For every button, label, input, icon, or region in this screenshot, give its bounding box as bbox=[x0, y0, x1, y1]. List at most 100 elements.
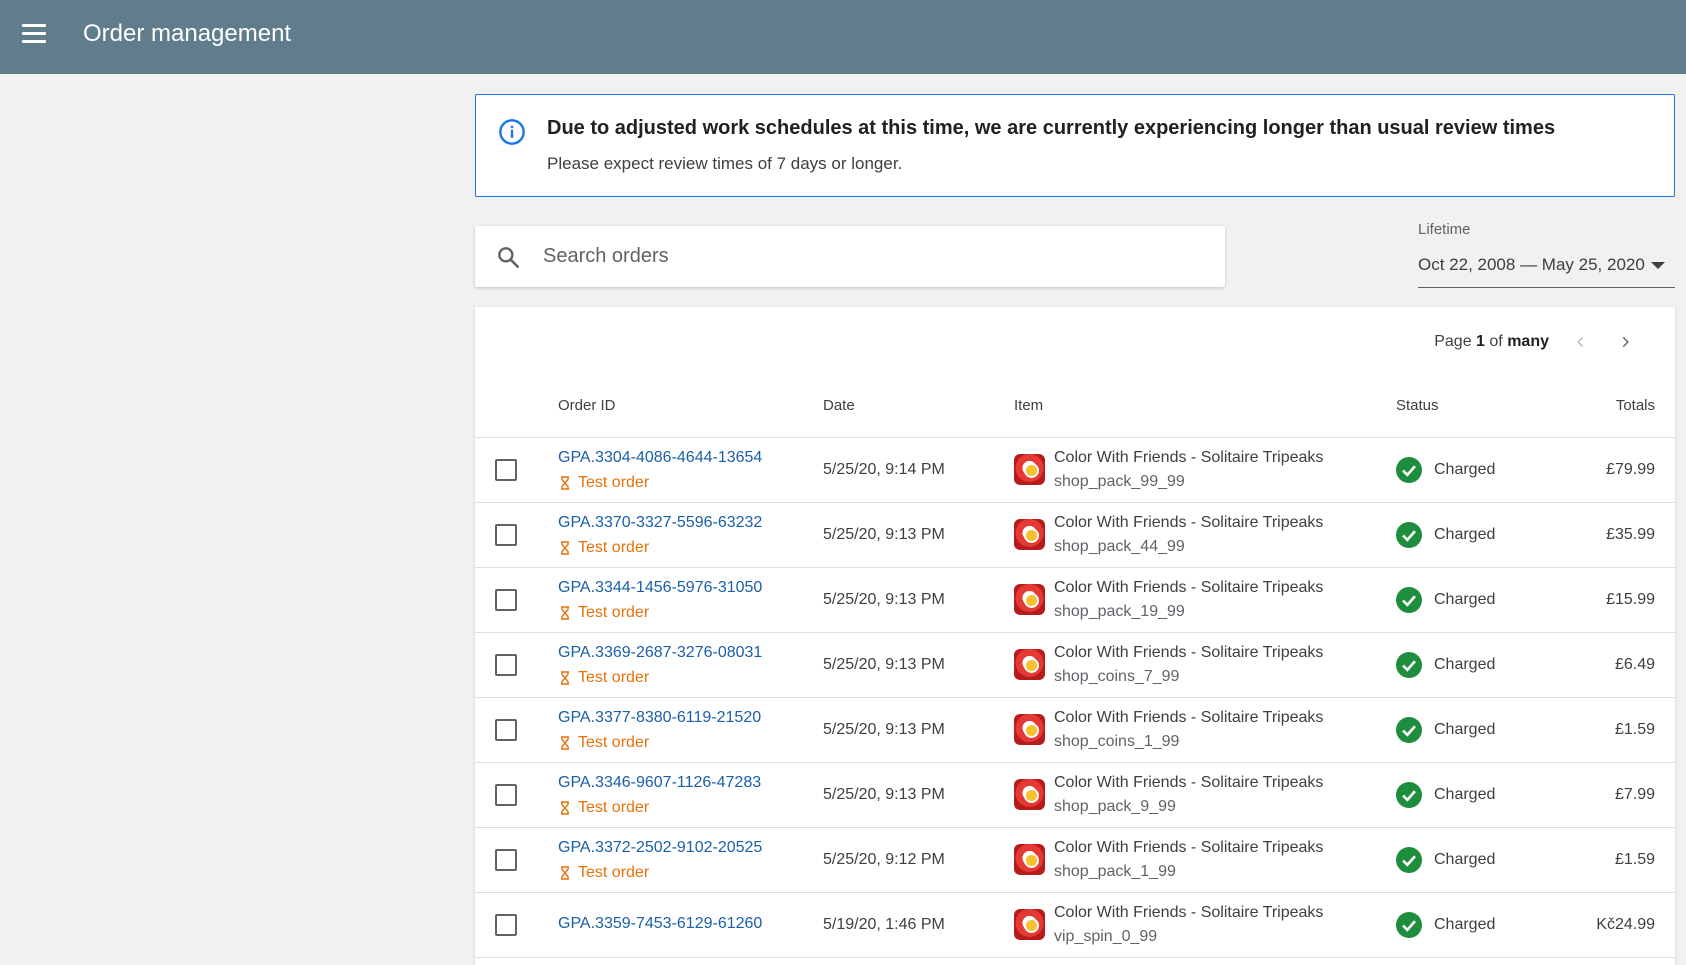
app-icon bbox=[1014, 714, 1045, 745]
order-date: 5/25/20, 9:13 PM bbox=[823, 786, 945, 803]
row-checkbox[interactable] bbox=[495, 914, 517, 936]
hourglass-icon bbox=[561, 801, 569, 815]
order-total: £35.99 bbox=[1606, 526, 1655, 543]
column-item[interactable]: Item bbox=[1014, 397, 1043, 414]
status-badge: Charged bbox=[1434, 786, 1496, 803]
item-sku: shop_pack_1_99 bbox=[1054, 863, 1176, 880]
info-banner: Due to adjusted work schedules at this t… bbox=[475, 94, 1675, 197]
item-name: Color With Friends - Solitaire Tripeaks bbox=[1054, 839, 1324, 856]
previous-page-button[interactable] bbox=[1569, 330, 1593, 354]
status-badge: Charged bbox=[1434, 916, 1496, 933]
order-id-link[interactable]: GPA.3369-2687-3276-08031 bbox=[558, 644, 762, 662]
app-icon bbox=[1014, 649, 1045, 680]
test-order-label: Test order bbox=[558, 669, 649, 687]
check-circle-icon bbox=[1396, 782, 1422, 808]
order-date: 5/25/20, 9:13 PM bbox=[823, 656, 945, 673]
order-total: £15.99 bbox=[1606, 591, 1655, 608]
table-row[interactable]: GPA.3377-8380-6119-21520 Test order 5/25/2… bbox=[475, 698, 1675, 763]
column-order-id[interactable]: Order ID bbox=[558, 397, 616, 414]
order-total: £7.99 bbox=[1614, 786, 1655, 803]
order-total: £1.59 bbox=[1614, 851, 1655, 868]
table-row[interactable]: GPA.3304-4086-4644-13654 Test order 5/25/2… bbox=[475, 438, 1675, 503]
row-checkbox[interactable] bbox=[495, 524, 517, 546]
check-circle-icon bbox=[1396, 522, 1422, 548]
test-order-label: Test order bbox=[558, 799, 649, 817]
row-checkbox[interactable] bbox=[495, 719, 517, 741]
dropdown-arrow-icon bbox=[1651, 262, 1665, 269]
order-date: 5/25/20, 9:14 PM bbox=[823, 461, 945, 478]
date-range-select[interactable]: Lifetime Oct 22, 2008 — May 25, 2020 bbox=[1418, 218, 1675, 288]
order-date: 5/25/20, 9:13 PM bbox=[823, 526, 945, 543]
app-icon bbox=[1014, 454, 1045, 485]
item-name: Color With Friends - Solitaire Tripeaks bbox=[1054, 904, 1324, 921]
app-icon bbox=[1014, 584, 1045, 615]
item-sku: shop_pack_19_99 bbox=[1054, 603, 1185, 620]
app-icon bbox=[1014, 909, 1045, 940]
test-order-label: Test order bbox=[558, 864, 649, 882]
top-app-bar: Order management bbox=[0, 0, 1686, 74]
item-name: Color With Friends - Solitaire Tripeaks bbox=[1054, 514, 1324, 531]
app-icon bbox=[1014, 844, 1045, 875]
order-date: 5/19/20, 1:46 PM bbox=[823, 916, 945, 933]
order-total: Kč24.99 bbox=[1596, 916, 1655, 933]
test-order-label: Test order bbox=[558, 604, 649, 622]
check-circle-icon bbox=[1396, 912, 1422, 938]
row-checkbox[interactable] bbox=[495, 459, 517, 481]
item-sku: shop_pack_9_99 bbox=[1054, 798, 1176, 815]
row-checkbox[interactable] bbox=[495, 654, 517, 676]
table-row[interactable]: GPA.3359-7453-6129-61260 5/19/20, 1:46 PM… bbox=[475, 893, 1675, 958]
check-circle-icon bbox=[1396, 652, 1422, 678]
order-total: £6.49 bbox=[1614, 656, 1655, 673]
item-sku: vip_spin_0_99 bbox=[1054, 928, 1158, 945]
date-range-value: Oct 22, 2008 — May 25, 2020 bbox=[1418, 255, 1645, 274]
check-circle-icon bbox=[1396, 587, 1422, 613]
column-status[interactable]: Status bbox=[1396, 397, 1439, 414]
item-sku: shop_pack_44_99 bbox=[1054, 538, 1185, 555]
table-row[interactable]: GPA.3344-1456-5976-31050 Test order 5/25/2… bbox=[475, 568, 1675, 633]
page-indicator: Page 1 of many bbox=[1434, 333, 1549, 350]
search-box[interactable] bbox=[475, 226, 1225, 287]
test-order-label: Test order bbox=[558, 734, 649, 752]
order-id-link[interactable]: GPA.3359-7453-6129-61260 bbox=[558, 915, 762, 933]
item-sku: shop_coins_1_99 bbox=[1054, 733, 1180, 750]
item-sku: shop_coins_7_99 bbox=[1054, 668, 1180, 685]
order-id-link[interactable]: GPA.3370-3327-5596-63232 bbox=[558, 514, 762, 532]
item-name: Color With Friends - Solitaire Tripeaks bbox=[1054, 774, 1324, 791]
row-checkbox[interactable] bbox=[495, 589, 517, 611]
order-date: 5/25/20, 9:13 PM bbox=[823, 591, 945, 608]
item-name: Color With Friends - Solitaire Tripeaks bbox=[1054, 449, 1324, 466]
item-name: Color With Friends - Solitaire Tripeaks bbox=[1054, 709, 1324, 726]
pagination: Page 1 of many bbox=[1434, 330, 1637, 354]
app-icon bbox=[1014, 519, 1045, 550]
order-id-link[interactable]: GPA.3344-1456-5976-31050 bbox=[558, 579, 762, 597]
table-row[interactable]: GPA.3346-9607-1126-47283 Test order 5/25/2… bbox=[475, 763, 1675, 828]
order-date: 5/25/20, 9:12 PM bbox=[823, 851, 945, 868]
column-totals[interactable]: Totals bbox=[1616, 397, 1655, 414]
order-id-link[interactable]: GPA.3377-8380-6119-21520 bbox=[558, 709, 761, 727]
search-input[interactable] bbox=[543, 238, 1203, 274]
table-row[interactable]: GPA.3372-2502-9102-20525 Test order 5/25/2… bbox=[475, 828, 1675, 893]
next-page-button[interactable] bbox=[1613, 330, 1637, 354]
date-range-label: Lifetime bbox=[1418, 221, 1471, 238]
banner-subtitle: Please expect review times of 7 days or … bbox=[547, 154, 903, 173]
check-circle-icon bbox=[1396, 717, 1422, 743]
order-id-link[interactable]: GPA.3346-9607-1126-47283 bbox=[558, 774, 761, 792]
chevron-left-icon bbox=[1577, 336, 1584, 348]
row-checkbox[interactable] bbox=[495, 784, 517, 806]
chevron-right-icon bbox=[1622, 336, 1629, 348]
hourglass-icon bbox=[561, 541, 569, 555]
order-id-link[interactable]: GPA.3304-4086-4644-13654 bbox=[558, 449, 762, 467]
table-row[interactable]: GPA.3369-2687-3276-08031 Test order 5/25/2… bbox=[475, 633, 1675, 698]
row-checkbox[interactable] bbox=[495, 849, 517, 871]
item-name: Color With Friends - Solitaire Tripeaks bbox=[1054, 579, 1324, 596]
info-icon bbox=[499, 119, 525, 145]
order-id-link[interactable]: GPA.3372-2502-9102-20525 bbox=[558, 839, 762, 857]
hourglass-icon bbox=[561, 736, 569, 750]
table-row[interactable]: GPA.3370-3327-5596-63232 Test order 5/25/2… bbox=[475, 503, 1675, 568]
app-icon bbox=[1014, 779, 1045, 810]
menu-icon[interactable] bbox=[22, 24, 50, 48]
search-icon bbox=[498, 247, 520, 269]
column-date[interactable]: Date bbox=[823, 397, 855, 414]
status-badge: Charged bbox=[1434, 851, 1496, 868]
item-sku: shop_pack_99_99 bbox=[1054, 473, 1185, 490]
